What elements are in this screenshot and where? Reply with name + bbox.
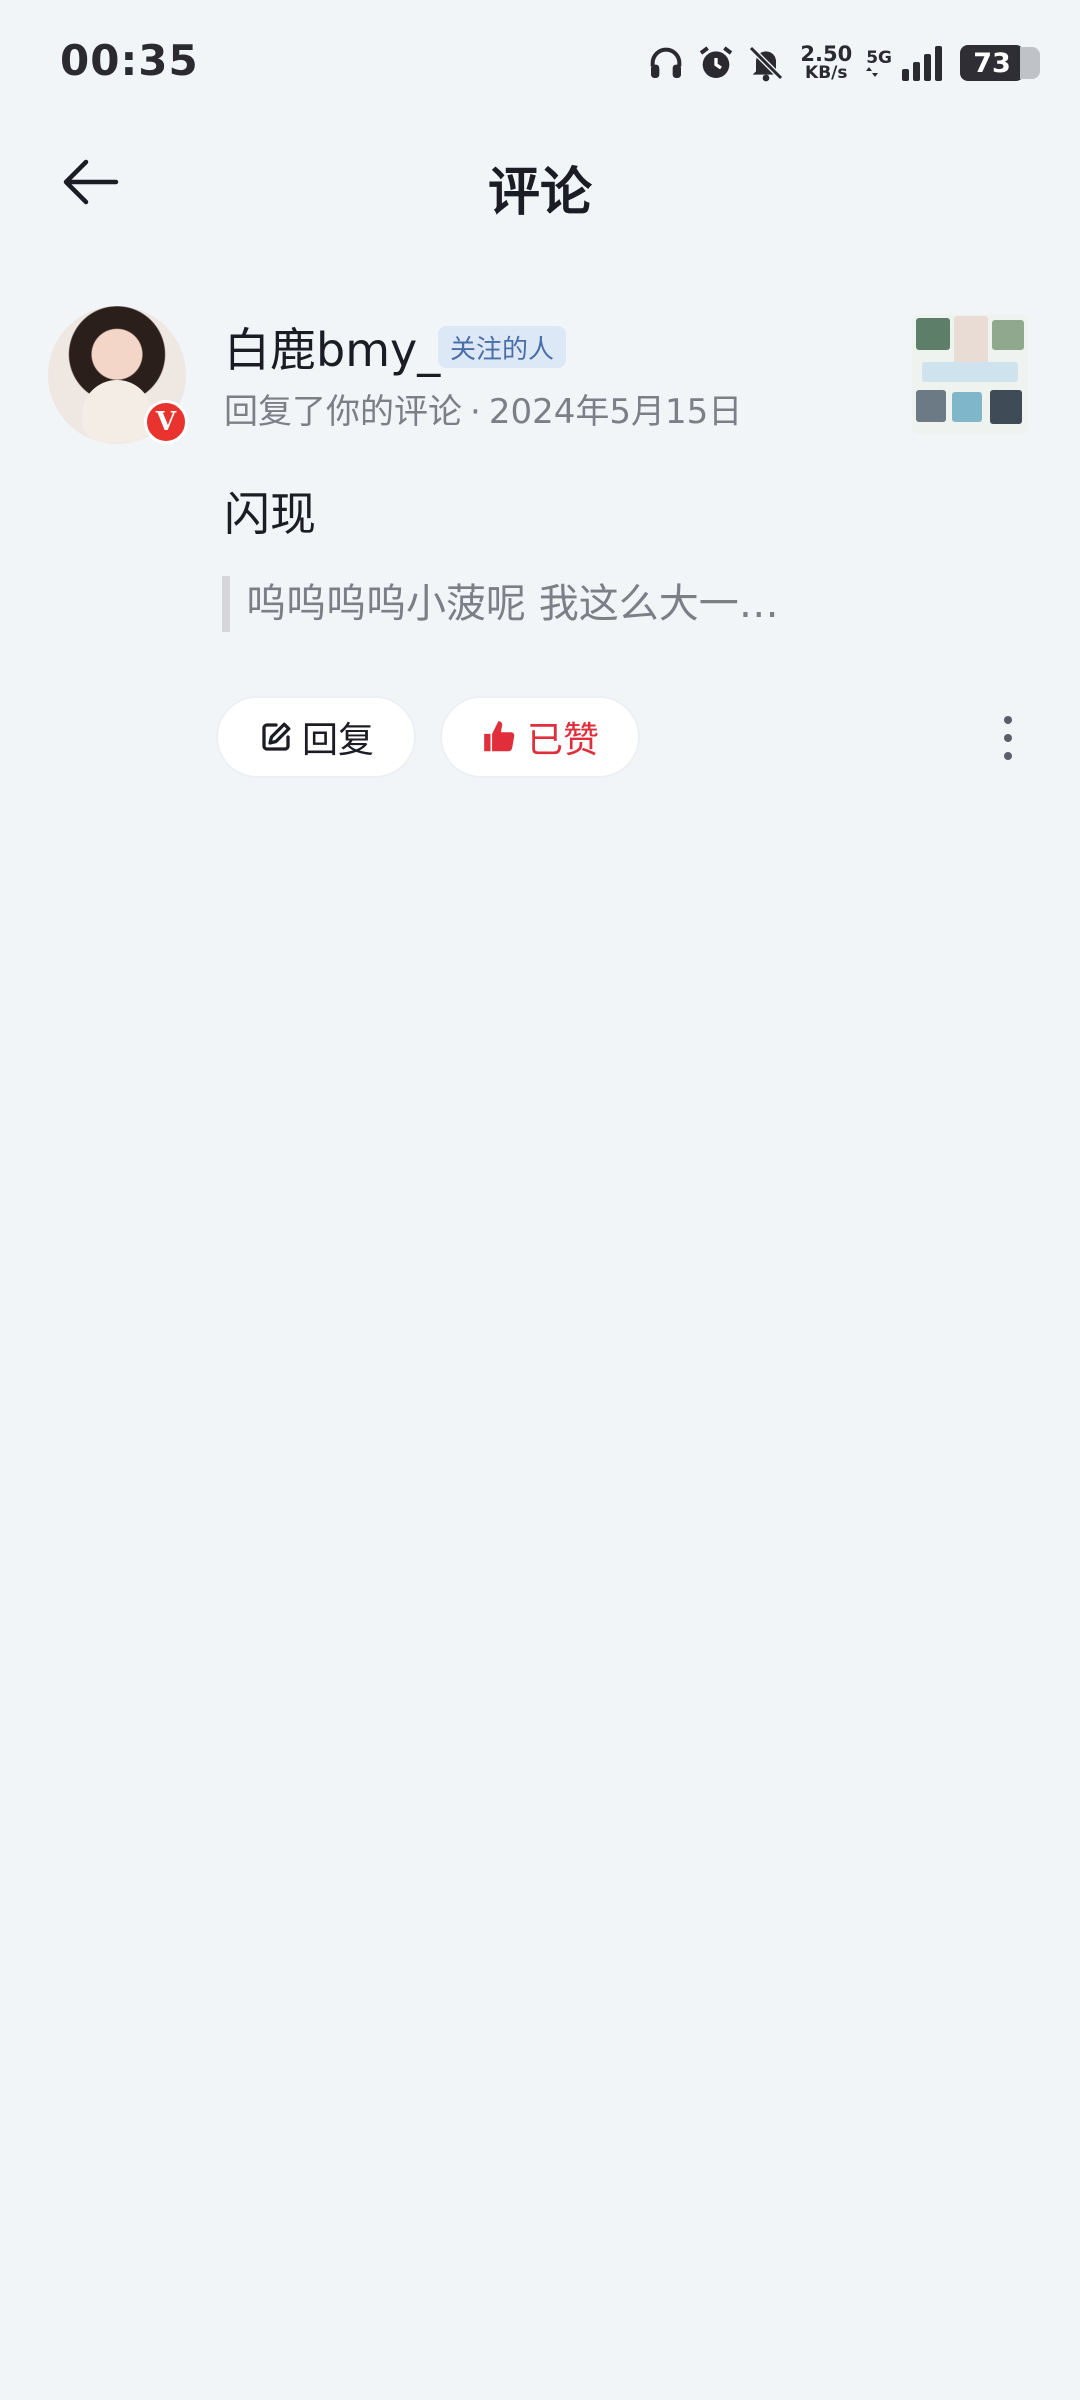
status-time: 00:35 — [60, 36, 199, 85]
date-text: 2024年5月15日 — [488, 392, 743, 432]
network-type-label: 5G — [866, 47, 892, 68]
like-button[interactable]: 已赞 — [440, 696, 640, 778]
more-options-icon[interactable] — [990, 710, 1026, 766]
verified-badge-icon: V — [144, 400, 188, 444]
avatar-figure — [82, 380, 152, 442]
reply-button[interactable]: 回复 — [216, 696, 416, 778]
network-speed: 2.50 KB/s — [800, 44, 852, 82]
notification-item[interactable]: V 白鹿bmy_ 关注的人 回复了你的评论 · 2024年5月15日 闪现 呜呜呜呜… — [0, 300, 1080, 800]
signal-icon — [902, 45, 944, 81]
thumbs-up-icon — [484, 721, 515, 752]
headphones-icon — [646, 43, 686, 83]
comment-text: 闪现 — [224, 487, 316, 541]
network-type: 5G — [866, 47, 892, 77]
page-title: 评论 — [487, 163, 592, 223]
alarm-icon — [696, 43, 736, 83]
following-tag: 关注的人 — [438, 326, 567, 368]
username[interactable]: 白鹿bmy_ — [224, 314, 440, 380]
quoted-comment[interactable]: 呜呜呜呜小菠呢 我这么大一… — [222, 576, 779, 632]
separator: · — [470, 392, 481, 432]
like-label: 已赞 — [526, 720, 599, 761]
data-arrows-icon — [866, 66, 879, 77]
status-bar: 00:35 2.50 KB/s 5G 73 — [0, 0, 1080, 128]
network-speed-unit: KB/s — [805, 63, 848, 83]
app-header: 评论 — [0, 128, 1080, 236]
battery-indicator: 73 — [960, 45, 1040, 81]
post-thumbnail[interactable] — [912, 314, 1028, 434]
action-text: 回复了你的评论 — [224, 392, 462, 432]
notification-meta: 回复了你的评论 · 2024年5月15日 — [224, 384, 742, 433]
status-icons: 2.50 KB/s 5G 73 — [646, 38, 1040, 88]
mute-bell-icon — [746, 43, 786, 83]
edit-icon — [262, 722, 291, 751]
network-speed-value: 2.50 — [800, 42, 853, 66]
reply-label: 回复 — [301, 720, 374, 761]
